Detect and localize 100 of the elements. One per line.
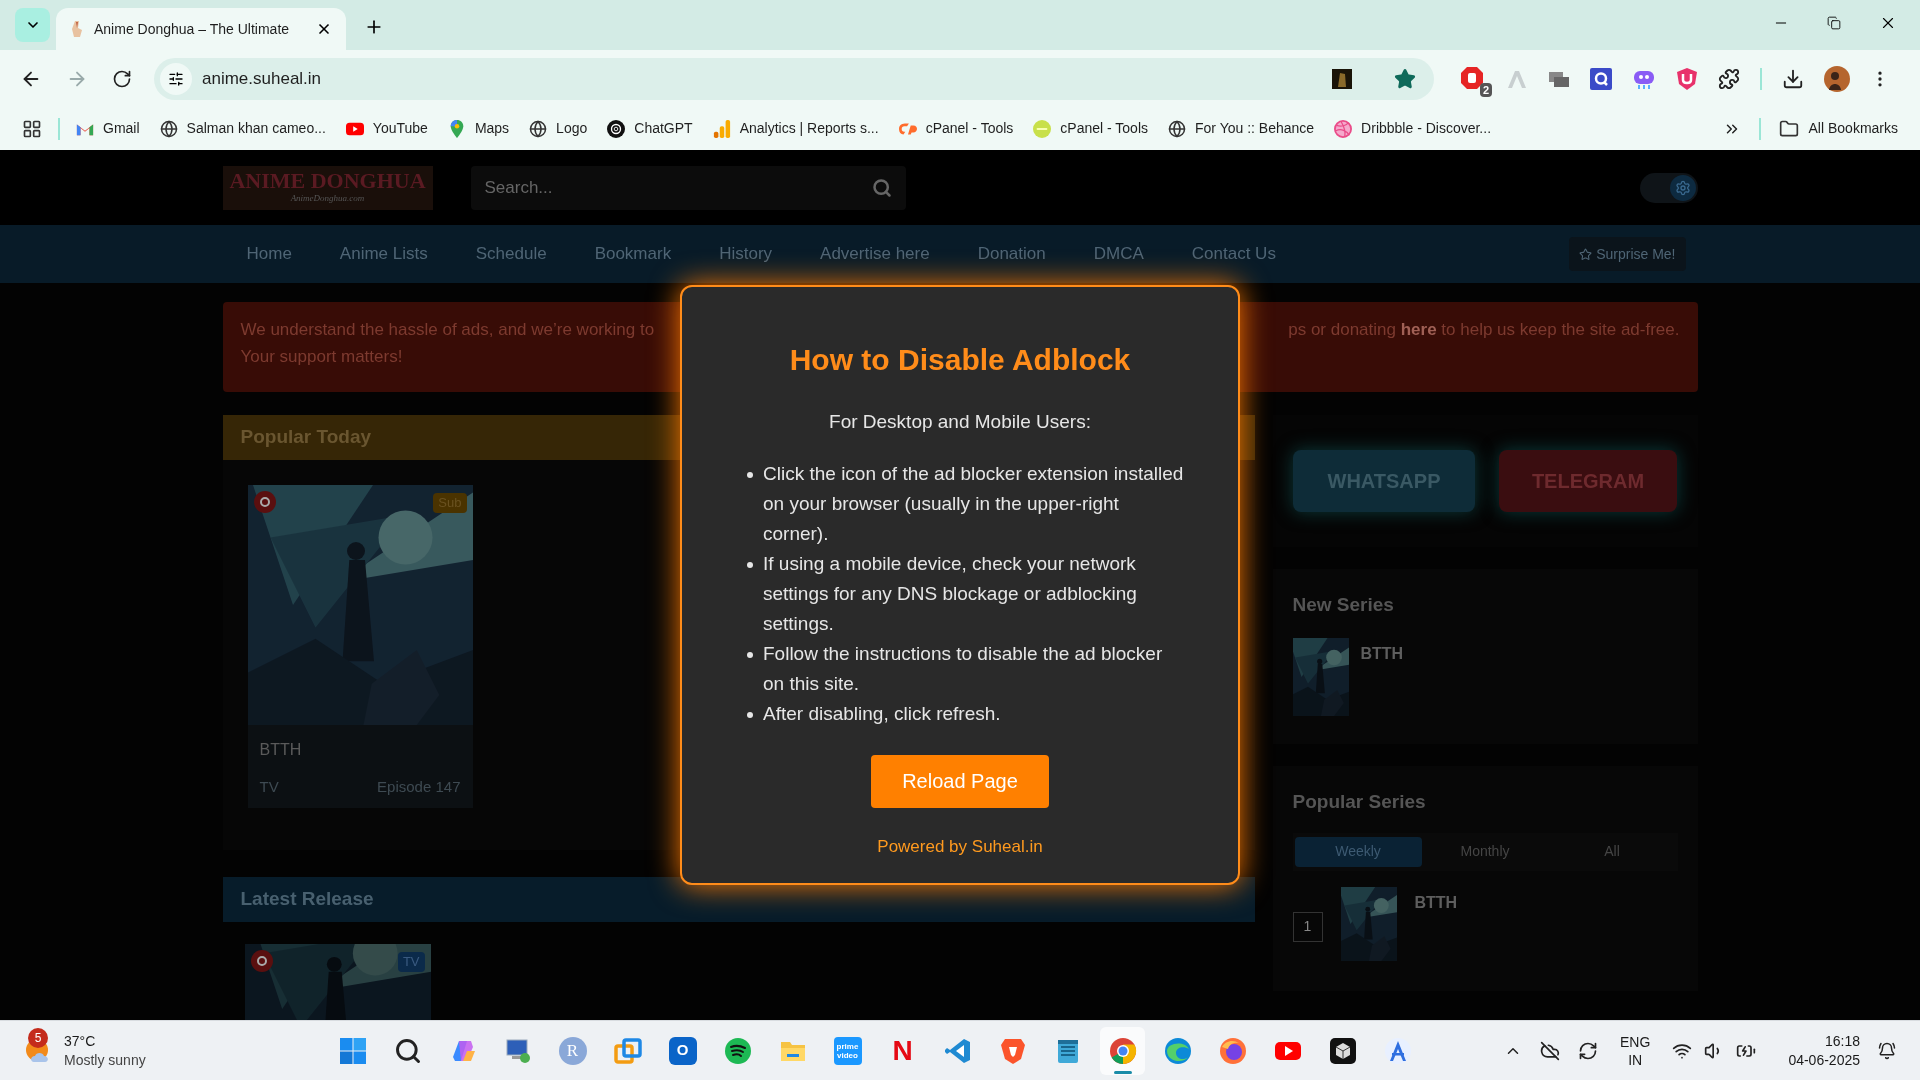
lion-shield-icon[interactable]: [998, 1036, 1027, 1065]
bookmark-label: Salman khan cameo...: [186, 119, 326, 138]
download-icon[interactable]: [1782, 67, 1804, 90]
cube-icon[interactable]: [1328, 1036, 1357, 1065]
ball-icon: [1334, 119, 1353, 138]
bookmark-label: Gmail: [103, 119, 140, 138]
active-indicator: [1113, 1070, 1132, 1074]
video-app-icon[interactable]: prime video: [833, 1036, 862, 1065]
banner-text: ps or donating here to help us keep the site ad-free.: [1288, 319, 1680, 341]
instruction-text: Click the icon of the ad blocker extension installed on your browser (usually in the upper-right corner).: [763, 461, 1185, 546]
bookmark-item[interactable]: Analytics | Reports s...: [712, 118, 879, 139]
search-field[interactable]: Search...: [470, 165, 906, 210]
nav-link[interactable]: History: [695, 241, 797, 267]
bookmark-item[interactable]: cPanel - Tools: [1033, 118, 1148, 139]
monitor-icon[interactable]: [503, 1036, 532, 1065]
panel-title: New Series: [1292, 594, 1394, 615]
address-bar[interactable]: anime.suheal.in: [154, 57, 1434, 100]
reload-button[interactable]: Reload Page: [871, 754, 1049, 808]
bookmark-item[interactable]: ChatGPT: [607, 118, 693, 139]
site-info-button[interactable]: [160, 62, 192, 95]
globe-icon: [159, 119, 178, 138]
bookmark-label: ChatGPT: [634, 119, 693, 138]
bullet-icon: [747, 651, 753, 658]
bullet-icon: [747, 561, 753, 568]
nav-link[interactable]: Contact Us: [1167, 241, 1300, 267]
close-icon[interactable]: [316, 21, 332, 37]
nav-link[interactable]: Advertise here: [796, 241, 954, 267]
series-item[interactable]: 1 BTTH: [1292, 886, 1678, 961]
globe-icon: [1168, 119, 1186, 138]
site-logo[interactable]: ANIME DONGHUA AnimeDonghua.com: [222, 165, 433, 210]
mail-app-icon[interactable]: O: [668, 1036, 697, 1065]
restore-icon[interactable]: [1827, 16, 1841, 30]
sound-waves-icon[interactable]: [723, 1036, 752, 1065]
bookmark-item[interactable]: cPanel - Tools: [898, 118, 1014, 139]
bookmark-item[interactable]: YouTube: [345, 118, 428, 139]
bullet-icon: [747, 711, 753, 718]
all-bookmarks-button[interactable]: All Bookmarks: [1778, 118, 1898, 139]
series-item[interactable]: BTTH: [1292, 637, 1678, 716]
search-icon[interactable]: [393, 1036, 422, 1065]
card-type: TV: [259, 777, 279, 797]
nav-link[interactable]: Bookmark: [570, 241, 696, 267]
instruction-text: If using a mobile device, check your network settings for any DNS blockage or adblocking settings.: [763, 551, 1138, 636]
bookmark-label: For You :: Behance: [1195, 119, 1315, 138]
nav-link[interactable]: Donation: [953, 241, 1070, 267]
nav-link[interactable]: Schedule: [451, 241, 571, 267]
surprise-button[interactable]: Surprise Me!: [1569, 237, 1686, 271]
sliders-icon: [168, 70, 184, 87]
bookmark-item[interactable]: Maps: [447, 118, 510, 139]
thumbnail-icon[interactable]: [1332, 68, 1352, 89]
overlapping-squares-icon[interactable]: [613, 1036, 642, 1065]
language-indicator[interactable]: ENG IN: [1620, 1032, 1651, 1069]
panel-title: Popular Series: [1292, 791, 1426, 812]
bookmark-label: cPanel - Tools: [1060, 119, 1148, 138]
nav-link[interactable]: Home: [222, 241, 316, 267]
folder-icon: [1778, 118, 1799, 139]
nav-link[interactable]: DMCA: [1069, 241, 1168, 267]
clock[interactable]: 16:18 04-06-2025: [1788, 1031, 1860, 1070]
dialog-subtitle: For Desktop and Mobile Users:: [829, 410, 1091, 434]
bookmark-label: cPanel - Tools: [925, 119, 1014, 138]
fox-globe-icon[interactable]: [1218, 1036, 1247, 1065]
browser-tab[interactable]: Anime Donghua – The Ultimate: [56, 8, 346, 50]
sync-icon[interactable]: [1578, 1040, 1599, 1061]
letter-app-icon[interactable]: R: [558, 1036, 587, 1065]
compass-icon[interactable]: [1383, 1036, 1412, 1065]
apps-grid-icon[interactable]: [22, 118, 42, 139]
bookmark-item[interactable]: Salman khan cameo...: [159, 118, 326, 139]
notification-badge: 5: [28, 1027, 48, 1048]
avatar[interactable]: [1824, 65, 1850, 92]
reload-icon[interactable]: [112, 68, 132, 89]
notification-bell-icon[interactable]: [1878, 1041, 1896, 1060]
code-editor-icon[interactable]: [943, 1036, 972, 1065]
streaming-app-icon[interactable]: N: [888, 1036, 917, 1065]
bookmark-star-icon[interactable]: [1394, 67, 1416, 90]
stop-sign-icon[interactable]: [1460, 65, 1484, 90]
bookmark-item[interactable]: For You :: Behance: [1168, 118, 1315, 139]
nav-link[interactable]: Anime Lists: [315, 241, 452, 267]
magnifier-square-icon[interactable]: [1590, 67, 1612, 90]
period-tab[interactable]: Monthly: [1421, 836, 1549, 867]
banner-text: We understand the hassle of ads, and we’re working to: [240, 319, 655, 341]
series-title: BTTH: [1360, 643, 1404, 664]
shield-icon[interactable]: [1676, 66, 1698, 91]
bookmark-item[interactable]: Gmail: [76, 118, 140, 139]
extensions-icon[interactable]: [1718, 67, 1740, 90]
period-tab[interactable]: Weekly: [1294, 836, 1422, 867]
section-title: Latest Release: [240, 887, 374, 912]
circle-logo-icon: [1033, 119, 1052, 138]
cloud-off-icon[interactable]: [1540, 1040, 1561, 1061]
chrome-icon[interactable]: [1108, 1036, 1137, 1065]
bookmark-item[interactable]: Logo: [529, 118, 588, 139]
extension-badge: 2: [1479, 82, 1492, 97]
windows-icon[interactable]: [338, 1036, 367, 1065]
powered-by-link[interactable]: Powered by Suheal.in: [877, 833, 1043, 859]
wave-logo-icon[interactable]: [1163, 1036, 1192, 1065]
tab-search-button[interactable]: [15, 8, 50, 42]
globe-icon: [529, 119, 548, 138]
bookmark-label: Logo: [556, 119, 588, 138]
bookmark-item[interactable]: Dribbble - Discover...: [1334, 118, 1492, 139]
weather-condition: Mostly sunny: [64, 1050, 146, 1070]
period-tab[interactable]: All: [1548, 836, 1676, 867]
theme-toggle[interactable]: [1639, 172, 1698, 203]
